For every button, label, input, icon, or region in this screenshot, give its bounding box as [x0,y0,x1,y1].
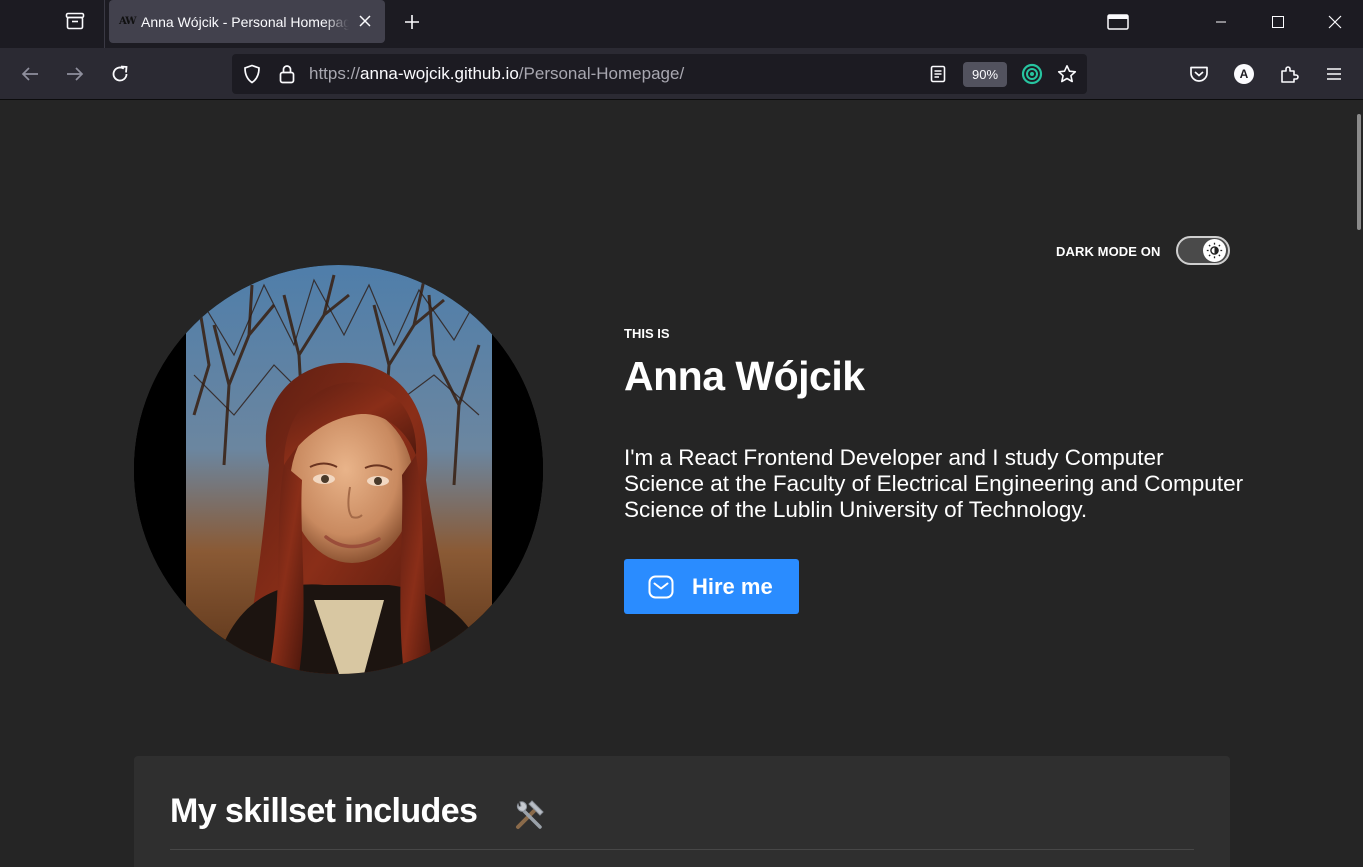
tracking-protection-button[interactable] [240,62,264,86]
brightness-icon [1206,242,1223,259]
hamburger-menu-icon [1327,68,1341,80]
navigation-toolbar: https://anna-wojcik.github.io/Personal-H… [0,48,1363,100]
url-scheme: https:// [309,64,361,83]
reader-view-icon [930,65,946,83]
lock-icon [279,65,295,84]
close-tab-button[interactable] [357,13,373,29]
tab-strip: AW Anna Wójcik - Personal Homepage [0,0,1363,48]
minimize-button[interactable] [1198,0,1244,44]
picture-in-picture-button[interactable] [1095,0,1141,44]
skills-divider [170,849,1194,850]
plus-icon [405,15,419,29]
star-icon [1057,65,1077,83]
tab-list-icon [65,12,85,35]
skills-title: My skillset includes [170,792,478,830]
url-host: anna-wojcik.github.io [360,64,519,83]
reload-icon [112,65,128,82]
pocket-icon [1190,66,1208,82]
hero-intro: I'm a React Frontend Developer and I stu… [624,445,1244,522]
arrow-right-icon [67,67,84,81]
profile-photo [134,265,543,674]
close-window-button[interactable] [1312,0,1358,44]
maximize-icon [1272,16,1284,28]
forward-button[interactable] [59,58,91,90]
site-favicon: AW [119,16,137,27]
app-menu-button[interactable] [1318,58,1350,90]
minimize-icon [1216,21,1226,23]
account-avatar: A [1234,64,1254,84]
pocket-button[interactable] [1183,58,1215,90]
new-tab-button[interactable] [398,8,426,36]
target-extension-button[interactable] [1020,62,1044,86]
bookmark-button[interactable] [1055,62,1079,86]
reload-button[interactable] [104,58,136,90]
page-viewport: DARK MODE ON THIS IS Anna Wójcik I'm a R… [0,100,1363,867]
reader-view-button[interactable] [926,62,950,86]
puzzle-icon [1281,66,1299,83]
hammer-and-wrench-icon [512,798,546,837]
maximize-button[interactable] [1255,0,1301,44]
hire-me-label: Hire me [692,573,773,599]
tab-separator [104,0,105,48]
shield-icon [244,64,260,84]
site-info-button[interactable] [275,62,299,86]
back-button[interactable] [14,58,46,90]
dark-mode-label: DARK MODE ON [1056,244,1161,259]
tab-list-button[interactable] [58,8,92,38]
account-button[interactable]: A [1228,58,1260,90]
hire-me-button[interactable]: Hire me [624,559,799,614]
address-bar[interactable]: https://anna-wojcik.github.io/Personal-H… [232,54,1087,94]
toggle-knob [1203,239,1226,262]
dark-mode-toggle[interactable] [1176,236,1230,265]
extensions-button[interactable] [1273,58,1305,90]
skills-section: My skillset includes [134,756,1230,867]
close-icon [359,15,371,27]
tab-title: Anna Wójcik - Personal Homepage [141,13,349,30]
close-window-icon [1328,15,1342,29]
url-text[interactable]: https://anna-wojcik.github.io/Personal-H… [309,64,684,84]
arrow-left-icon [21,67,38,81]
page-scrollbar[interactable] [1357,114,1361,230]
hero-pre-title: THIS IS [624,326,670,341]
url-path: /Personal-Homepage/ [518,64,685,83]
picture-in-picture-icon [1107,14,1129,30]
target-extension-icon [1021,63,1043,85]
zoom-level-button[interactable]: 90% [963,62,1007,87]
active-tab[interactable]: AW Anna Wójcik - Personal Homepage [109,0,385,43]
hero-name: Anna Wójcik [624,353,865,399]
mail-icon [648,575,674,598]
